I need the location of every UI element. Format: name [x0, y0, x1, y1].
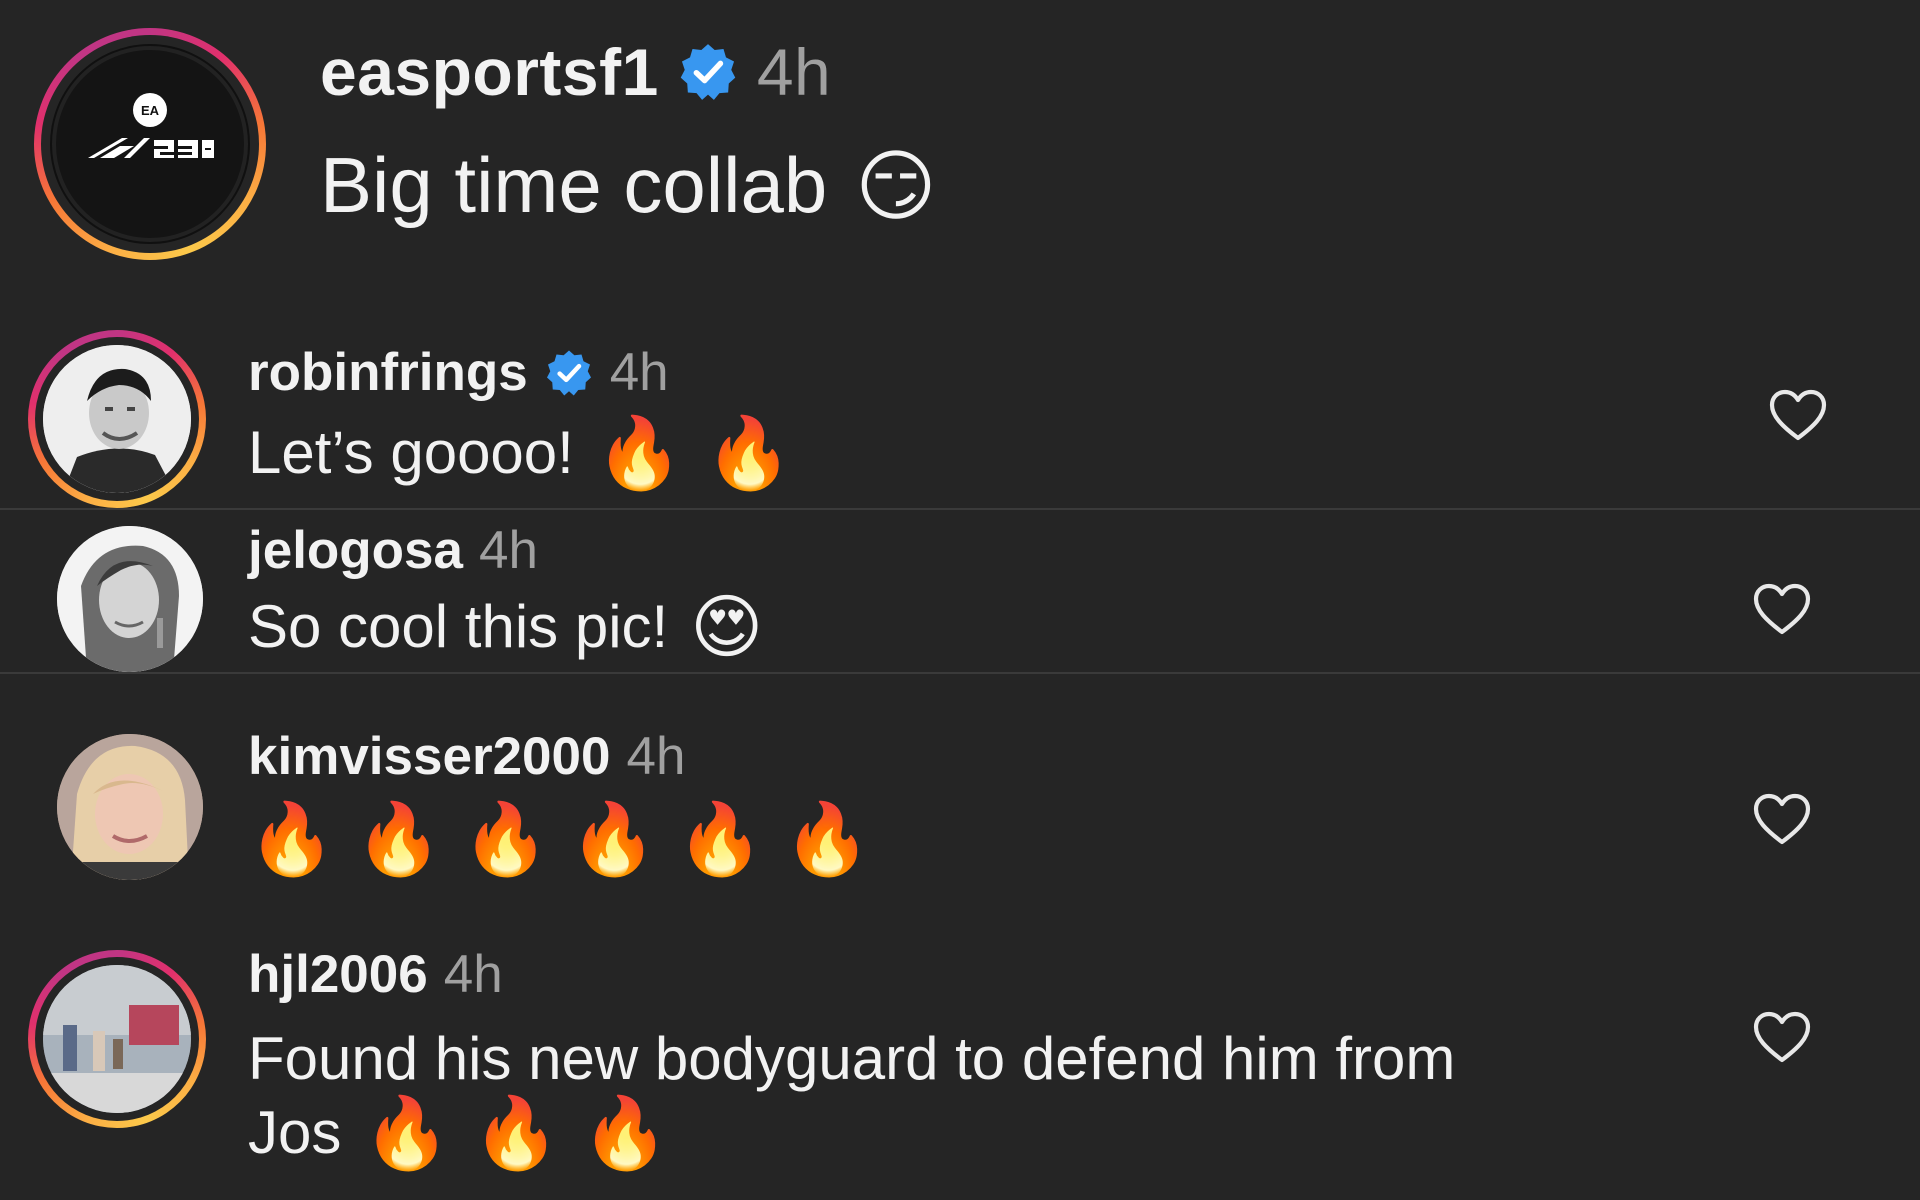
fire-emoji: 🔥 — [783, 800, 872, 878]
heart-icon[interactable] — [1768, 388, 1828, 442]
fire-emoji: 🔥 — [363, 1094, 451, 1172]
fire-emoji: 🔥 — [595, 414, 684, 492]
comment-time: 4h — [479, 521, 538, 580]
comment-text: Let’s goooo! 🔥 🔥 — [248, 416, 792, 490]
comment-text: 🔥 🔥 🔥 🔥 🔥 🔥 — [248, 804, 871, 874]
fire-emoji: 🔥 — [676, 800, 764, 878]
hjl2006-avatar[interactable] — [43, 965, 191, 1113]
caption-header: easportsf1 4h — [320, 34, 831, 110]
f1-23-logo: EA — [52, 46, 248, 242]
fire-emoji: 🔥 — [472, 1094, 560, 1172]
comment-kimvisser2000: kimvisser2000 4h 🔥 🔥 🔥 🔥 🔥 🔥 — [0, 674, 1920, 894]
comment-time: 4h — [443, 945, 503, 1004]
comment-time: 4h — [626, 727, 686, 786]
caption-username[interactable]: easportsf1 — [320, 34, 659, 110]
heart-eyes-emoji: 😍 — [690, 588, 764, 666]
comment-text: So cool this pic! 😍 — [248, 590, 763, 664]
caption-body: Big time collab — [320, 141, 828, 229]
fire-emoji: 🔥 — [355, 800, 443, 878]
verified-badge-icon — [680, 44, 736, 100]
robinfrings-avatar[interactable] — [43, 345, 191, 493]
comment-body-line1: Found his new bodyguard to defend him fr… — [248, 1025, 1456, 1092]
heart-icon[interactable] — [1752, 792, 1812, 846]
comments-screen: EA easportsf1 4h Big time collab 😏 robin… — [0, 0, 1920, 1200]
fire-emoji: 🔥 — [581, 1094, 669, 1172]
fire-emoji: 🔥 — [705, 414, 793, 492]
jelogosa-avatar[interactable] — [57, 526, 203, 672]
comment-robinfrings: robinfrings 4h Let’s goooo! 🔥 🔥 — [0, 320, 1920, 508]
ea-logo-badge: EA — [141, 103, 160, 118]
comment-time: 4h — [609, 343, 669, 402]
comment-hjl2006: hjl2006 4h Found his new bodyguard to de… — [0, 930, 1920, 1200]
comment-header: hjl2006 4h — [248, 944, 503, 1005]
comment-username[interactable]: robinfrings — [248, 342, 528, 403]
comment-header: kimvisser2000 4h — [248, 726, 685, 787]
fire-emoji: 🔥 — [248, 800, 336, 878]
comment-username[interactable]: hjl2006 — [248, 944, 428, 1005]
comment-text: Found his new bodyguard to defend him fr… — [248, 1022, 1455, 1170]
comment-body-line2-row: Jos 🔥 🔥 🔥 — [248, 1096, 1455, 1170]
comment-body-line2: Jos — [248, 1099, 342, 1166]
caption-time: 4h — [756, 35, 832, 109]
caption-text: Big time collab 😏 — [320, 140, 937, 231]
verified-badge-icon — [546, 350, 591, 395]
comment-header: jelogosa 4h — [248, 520, 538, 581]
comment-body: Let’s goooo! — [248, 419, 574, 486]
easportsf1-avatar[interactable]: EA — [50, 44, 250, 244]
post-caption: EA easportsf1 4h Big time collab 😏 — [0, 0, 1920, 300]
fire-emoji: 🔥 — [462, 800, 550, 878]
fire-emoji: 🔥 — [569, 800, 657, 878]
kimvisser2000-avatar[interactable] — [57, 734, 203, 880]
comment-username[interactable]: kimvisser2000 — [248, 726, 611, 787]
comment-header: robinfrings 4h — [248, 342, 669, 403]
comment-jelogosa: jelogosa 4h So cool this pic! 😍 — [0, 510, 1920, 672]
comment-body: So cool this pic! — [248, 593, 669, 660]
comment-username[interactable]: jelogosa — [248, 520, 463, 581]
heart-icon[interactable] — [1752, 582, 1812, 636]
heart-icon[interactable] — [1752, 1010, 1812, 1064]
smirk-emoji: 😏 — [855, 141, 937, 230]
